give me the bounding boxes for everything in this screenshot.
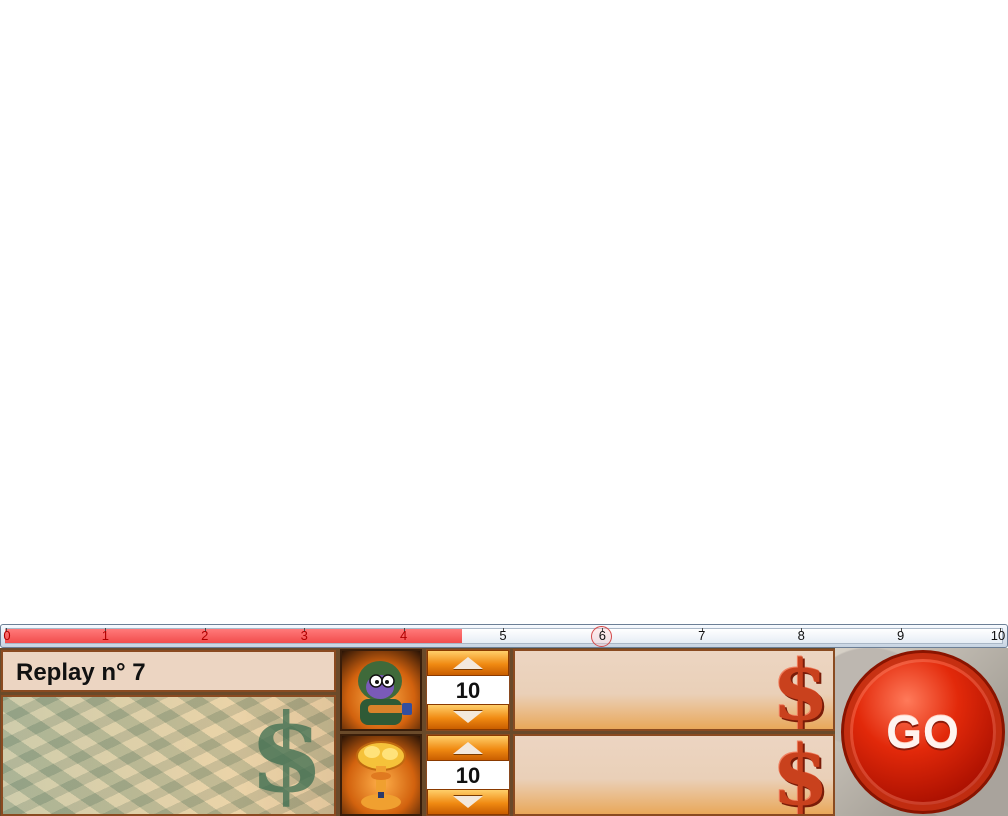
go-area: GO	[835, 648, 1008, 816]
decrease-button[interactable]	[427, 704, 509, 730]
dollar-icon: $	[771, 649, 829, 731]
go-button[interactable]: GO	[841, 650, 1005, 814]
unit-counter: 10	[426, 734, 510, 816]
control-panel: Replay n° 7 $ 10 $ 10 $ GO	[0, 648, 1008, 816]
timeline-tick-label: 2	[201, 628, 209, 643]
money-bar: $	[513, 649, 835, 731]
increase-button[interactable]	[427, 650, 509, 676]
replay-box: Replay n° 7	[1, 650, 336, 692]
timeline-tick-label: 4	[399, 628, 408, 643]
arrow-down-icon	[453, 711, 483, 723]
timeline-tick-label: 7	[698, 628, 706, 643]
mushroom-cloud-icon	[340, 734, 422, 816]
replay-label: Replay n° 7	[16, 659, 146, 686]
arrow-down-icon	[453, 796, 483, 808]
increase-button[interactable]	[427, 735, 509, 761]
decrease-button[interactable]	[427, 789, 509, 815]
arrow-up-icon	[453, 742, 483, 754]
timeline-tick-label: 0	[3, 628, 11, 643]
go-label: GO	[886, 706, 960, 758]
timeline-tick-label: 8	[797, 628, 805, 643]
timeline-tick-label: 3	[300, 628, 308, 643]
timeline-tick-label: 5	[499, 628, 507, 643]
replay-timeline[interactable]: 0 1 2 3 4 5 6 7 8 9 10	[0, 624, 1008, 648]
timeline-tick-label: 1	[101, 628, 110, 643]
soldier-icon	[340, 649, 422, 731]
dollar-icon: $	[771, 734, 829, 816]
timeline-progress	[5, 629, 463, 643]
unit-count: 10	[455, 763, 481, 788]
timeline-tick-label: 9	[896, 628, 905, 643]
arrow-up-icon	[453, 657, 483, 669]
dollar-sign-icon: $	[248, 695, 324, 816]
unit-count: 10	[455, 678, 481, 703]
timeline-tick-label: 6	[598, 628, 607, 643]
unit-counter: 10	[426, 649, 510, 731]
money-bar: $	[513, 734, 835, 816]
timeline-tick-label: 10	[990, 628, 1006, 643]
money-art: $	[1, 695, 336, 816]
game-screen: 0 1 2 3 4 5 6 7 8 9 10 Replay n° 7 $ 10 …	[0, 0, 1008, 816]
